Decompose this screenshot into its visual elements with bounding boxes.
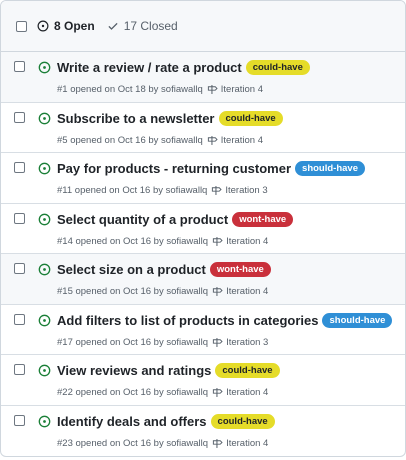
issue-title-line: Identify deals and offers could-have [57, 413, 275, 429]
milestone-icon [212, 286, 223, 297]
issue-list-header: 8 Open 17 Closed [1, 1, 405, 52]
issue-label[interactable]: could-have [210, 413, 275, 429]
issue-title-line: Select size on a product wont-have [57, 262, 271, 277]
issue-list: 8 Open 17 Closed Write a review / rate a… [0, 0, 406, 457]
issue-title-line: View reviews and ratings could-have [57, 363, 280, 378]
issue-label[interactable]: should-have [322, 312, 393, 328]
milestone-name: Iteration 4 [220, 134, 264, 146]
closed-issues-tab[interactable]: 17 Closed [107, 19, 178, 33]
issue-row[interactable]: Select size on a product wont-have #15 ope… [1, 254, 405, 305]
issue-meta: #23 opened on Oct 16 by sofiawallq Iterat… [57, 438, 268, 449]
issue-title[interactable]: Subscribe to a newsletter [57, 111, 215, 126]
issue-label[interactable]: wont-have [209, 262, 271, 277]
issue-label[interactable]: should-have [295, 161, 365, 176]
issue-checkbox[interactable] [14, 313, 25, 325]
issue-row[interactable]: Add filters to list of products in categ… [1, 305, 405, 355]
issue-label[interactable]: could-have [215, 363, 280, 378]
milestone-name: Iteration 3 [226, 336, 269, 348]
issue-opened-meta: #1 opened on Oct 18 by sofiawallq [57, 84, 203, 95]
milestone-icon [212, 236, 223, 247]
issue-opened-icon [38, 61, 51, 74]
select-all-checkbox[interactable] [16, 20, 27, 32]
milestone-link[interactable]: Iteration 4 [212, 387, 268, 398]
issue-opened-meta: #14 opened on Oct 16 by sofiawallq [57, 235, 209, 247]
issue-opened-icon [38, 162, 51, 175]
issue-row[interactable]: Pay for products - returning customer sho… [1, 153, 405, 204]
issue-meta: #14 opened on Oct 16 by sofiawallq Iterat… [57, 236, 268, 247]
milestone-link[interactable]: Iteration 3 [212, 337, 268, 348]
issue-opened-icon [38, 263, 51, 276]
issue-title-line: Write a review / rate a product could-hav… [57, 60, 310, 75]
issue-checkbox[interactable] [14, 162, 25, 173]
closed-count-label: 17 Closed [123, 19, 178, 33]
milestone-icon [207, 84, 218, 95]
issue-checkbox[interactable] [14, 364, 25, 375]
issue-opened-icon [37, 20, 49, 32]
milestone-link[interactable]: Iteration 4 [207, 135, 263, 146]
issue-title-line: Pay for products - returning customer sho… [57, 161, 365, 176]
milestone-name: Iteration 4 [226, 387, 269, 398]
milestone-name: Iteration 4 [226, 286, 269, 297]
issue-row[interactable]: Subscribe to a newsletter could-have #5 op… [1, 103, 405, 153]
milestone-link[interactable]: Iteration 3 [211, 185, 268, 196]
milestone-name: Iteration 3 [225, 185, 268, 196]
issue-row[interactable]: Select quantity of a product wont-have #14… [1, 204, 405, 254]
issue-row[interactable]: View reviews and ratings could-have #22 op… [1, 355, 405, 406]
issue-title[interactable]: Add filters to list of products in categ… [57, 313, 318, 328]
milestone-name: Iteration 4 [220, 84, 264, 95]
issue-label[interactable]: could-have [245, 60, 310, 75]
issue-title[interactable]: Select quantity of a product [57, 212, 228, 227]
milestone-icon [207, 135, 218, 146]
issue-title-line: Subscribe to a newsletter could-have [57, 110, 283, 126]
issue-row[interactable]: Identify deals and offers could-have #23 o… [1, 406, 405, 457]
milestone-icon [212, 438, 223, 449]
issue-checkbox[interactable] [14, 212, 25, 224]
issue-label[interactable]: wont-have [232, 211, 294, 227]
milestone-icon [211, 185, 223, 196]
issue-label[interactable]: could-have [218, 110, 283, 126]
check-icon [107, 20, 119, 32]
issue-checkbox[interactable] [14, 61, 25, 72]
issue-opened-meta: #15 opened on Oct 16 by sofiawallq [57, 286, 209, 297]
issue-checkbox[interactable] [14, 111, 25, 123]
open-count-label: 8 Open [54, 19, 95, 33]
issue-opened-icon [38, 314, 51, 327]
issue-title-line: Add filters to list of products in categ… [57, 312, 393, 328]
issue-title[interactable]: Identify deals and offers [57, 414, 207, 429]
issue-opened-meta: #17 opened on Oct 16 by sofiawallq [57, 336, 209, 348]
issue-meta: #11 opened on Oct 16 by sofiawallq Iterat… [57, 185, 268, 196]
issue-row[interactable]: Write a review / rate a product could-hav… [1, 52, 405, 103]
issue-opened-meta: #22 opened on Oct 16 by sofiawallq [57, 387, 209, 398]
issue-opened-icon [38, 213, 51, 226]
milestone-icon [212, 387, 223, 398]
issue-title[interactable]: Select size on a product [57, 262, 206, 277]
milestone-name: Iteration 4 [226, 235, 269, 247]
issue-meta: #1 opened on Oct 18 by sofiawallq Iterati… [57, 84, 263, 95]
milestone-link[interactable]: Iteration 4 [212, 286, 268, 297]
milestone-icon [212, 337, 223, 348]
milestone-name: Iteration 4 [226, 437, 269, 449]
issue-rows: Write a review / rate a product could-hav… [1, 52, 405, 456]
issue-title[interactable]: Pay for products - returning customer [57, 161, 291, 176]
issue-title[interactable]: Write a review / rate a product [57, 60, 242, 75]
issue-meta: #5 opened on Oct 16 by sofiawallq Iterati… [57, 135, 263, 146]
milestone-link[interactable]: Iteration 4 [212, 438, 268, 449]
issue-meta: #22 opened on Oct 16 by sofiawallq Iterat… [57, 387, 268, 398]
issue-opened-meta: #11 opened on Oct 16 by sofiawallq [57, 185, 208, 196]
issue-meta: #17 opened on Oct 16 by sofiawallq Iterat… [57, 337, 268, 348]
issue-opened-meta: #23 opened on Oct 16 by sofiawallq [57, 437, 209, 449]
issue-title[interactable]: View reviews and ratings [57, 363, 211, 378]
issue-checkbox[interactable] [14, 414, 25, 426]
issue-meta: #15 opened on Oct 16 by sofiawallq Iterat… [57, 286, 268, 297]
issue-opened-icon [38, 112, 51, 125]
open-issues-tab[interactable]: 8 Open [37, 19, 95, 33]
issue-title-line: Select quantity of a product wont-have [57, 211, 294, 227]
issue-opened-icon [38, 364, 51, 377]
issue-opened-icon [38, 415, 51, 428]
issue-opened-meta: #5 opened on Oct 16 by sofiawallq [57, 134, 203, 146]
issue-checkbox[interactable] [14, 263, 25, 274]
milestone-link[interactable]: Iteration 4 [212, 236, 268, 247]
milestone-link[interactable]: Iteration 4 [207, 84, 263, 95]
